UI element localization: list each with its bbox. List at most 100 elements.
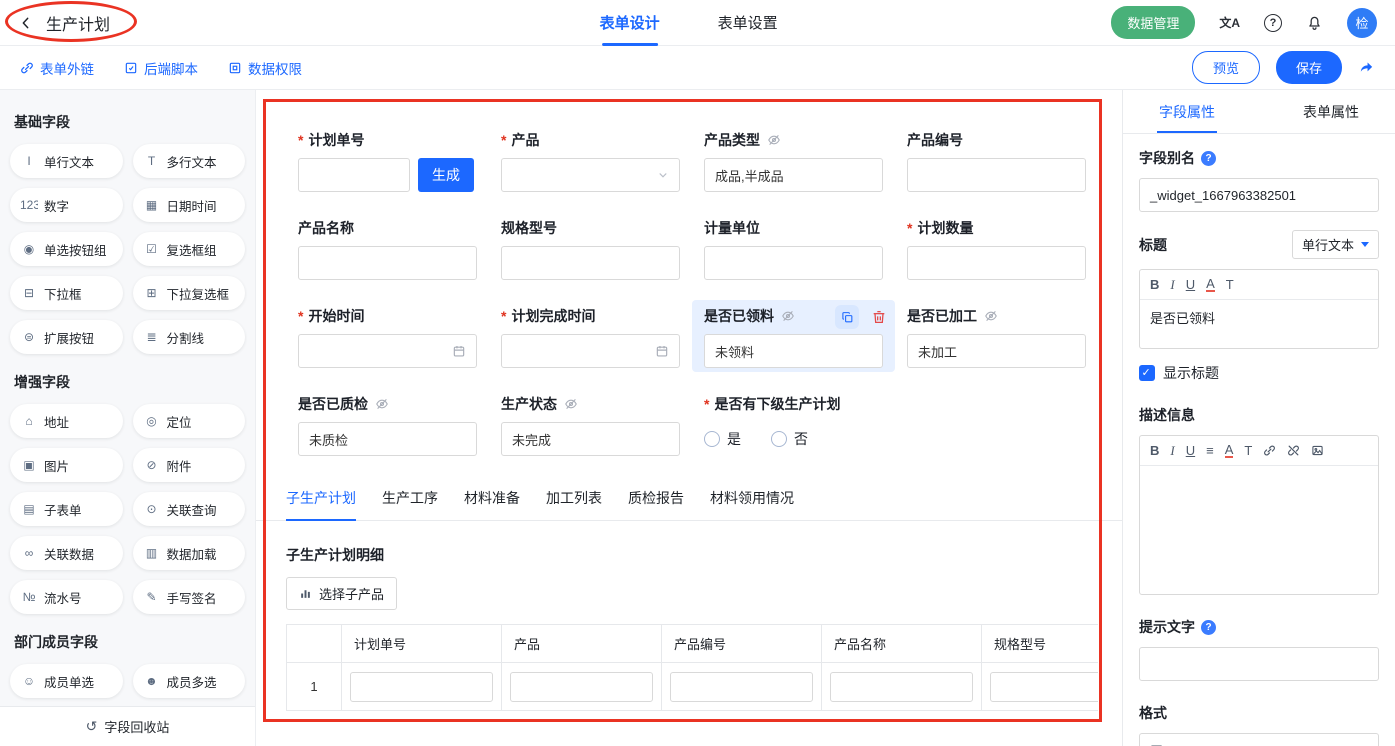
production-status-input[interactable]: 未完成 <box>501 422 680 456</box>
bold-icon[interactable]: B <box>1150 444 1159 457</box>
palette-item-radio-group[interactable]: ◉单选按钮组 <box>10 232 123 266</box>
tab-form-properties[interactable]: 表单属性 <box>1303 90 1359 133</box>
data-manage-button[interactable]: 数据管理 <box>1111 6 1195 39</box>
translate-icon[interactable]: 文A <box>1219 14 1240 31</box>
description-editor-content[interactable] <box>1140 466 1378 594</box>
palette-item-member-multi[interactable]: ☻成员多选 <box>133 664 246 698</box>
palette-item-signature[interactable]: ✎手写签名 <box>133 580 246 614</box>
radio-option-yes[interactable]: 是 <box>704 429 741 449</box>
bell-icon[interactable] <box>1306 14 1323 31</box>
field-recycle-bin[interactable]: ↺ 字段回收站 <box>0 706 255 746</box>
tab-field-properties[interactable]: 字段属性 <box>1159 90 1215 133</box>
help-circle-icon[interactable]: ? <box>1201 151 1216 166</box>
palette-item-multi-select[interactable]: ⊞下拉复选框 <box>133 276 246 310</box>
palette-item-checkbox-group[interactable]: ☑复选框组 <box>133 232 246 266</box>
field-unit[interactable]: 计量单位 <box>692 212 895 284</box>
unit-input[interactable] <box>704 246 883 280</box>
hint-input[interactable] <box>1139 647 1379 681</box>
inspected-input[interactable]: 未质检 <box>298 422 477 456</box>
font-size-icon[interactable]: T <box>1244 444 1252 457</box>
palette-item-serial-number[interactable]: №流水号 <box>10 580 123 614</box>
palette-item-location[interactable]: ◎定位 <box>133 404 246 438</box>
remove-link-icon[interactable] <box>1287 444 1300 457</box>
data-permission-link[interactable]: 数据权限 <box>228 58 302 78</box>
plan-no-cell-input[interactable] <box>350 672 493 702</box>
field-has-sub-plan[interactable]: *是否有下级生产计划 是 否 <box>692 388 895 460</box>
underline-icon[interactable]: U <box>1186 444 1195 457</box>
preview-button[interactable]: 预览 <box>1192 51 1260 84</box>
tab-inspection-report[interactable]: 质检报告 <box>628 488 684 520</box>
font-size-icon[interactable]: T <box>1226 278 1234 291</box>
palette-item-member-single[interactable]: ☺成员单选 <box>10 664 123 698</box>
font-color-icon[interactable]: A <box>1225 443 1234 458</box>
product-name-input[interactable] <box>298 246 477 280</box>
finish-time-input[interactable] <box>501 334 680 368</box>
product-select[interactable] <box>501 158 680 192</box>
product-code-cell-input[interactable] <box>670 672 813 702</box>
insert-link-icon[interactable] <box>1263 444 1276 457</box>
spec-model-input[interactable] <box>501 246 680 280</box>
title-editor-content[interactable]: 是否已领料 <box>1140 300 1378 348</box>
italic-icon[interactable]: I <box>1170 444 1174 457</box>
palette-item-extend-button[interactable]: ⊜扩展按钮 <box>10 320 123 354</box>
field-processed[interactable]: 是否已加工 未加工 <box>895 300 1098 372</box>
tab-form-design[interactable]: 表单设计 <box>600 0 660 46</box>
underline-icon[interactable]: U <box>1186 278 1195 291</box>
title-type-select[interactable]: 单行文本 <box>1292 230 1379 259</box>
copy-field-icon[interactable] <box>835 305 859 329</box>
palette-item-image[interactable]: ▣图片 <box>10 448 123 482</box>
field-finish-time[interactable]: *计划完成时间 <box>489 300 692 372</box>
share-icon[interactable] <box>1358 59 1375 76</box>
palette-item-data-load[interactable]: ▥数据加载 <box>133 536 246 570</box>
format-select[interactable]: 无 <box>1139 733 1379 746</box>
italic-icon[interactable]: I <box>1170 278 1174 291</box>
generate-button[interactable]: 生成 <box>418 158 474 192</box>
help-icon[interactable]: ? <box>1264 14 1282 32</box>
field-product-name[interactable]: 产品名称 <box>286 212 489 284</box>
help-circle-icon[interactable]: ? <box>1201 620 1216 635</box>
field-product[interactable]: *产品 <box>489 124 692 196</box>
backend-script-link[interactable]: 后端脚本 <box>124 58 198 78</box>
palette-item-attachment[interactable]: ⊘附件 <box>133 448 246 482</box>
font-color-icon[interactable]: A <box>1206 277 1215 292</box>
palette-item-select[interactable]: ⊟下拉框 <box>10 276 123 310</box>
delete-field-icon[interactable] <box>871 309 887 325</box>
back-button[interactable]: 生产计划 <box>18 11 110 35</box>
product-type-input[interactable]: 成品,半成品 <box>704 158 883 192</box>
product-name-cell-input[interactable] <box>830 672 973 702</box>
avatar[interactable]: 检 <box>1347 8 1377 38</box>
palette-item-address[interactable]: ⌂地址 <box>10 404 123 438</box>
field-inspected[interactable]: 是否已质检 未质检 <box>286 388 489 460</box>
material-received-input[interactable]: 未领料 <box>704 334 883 368</box>
plan-qty-input[interactable] <box>907 246 1086 280</box>
palette-item-linked-query[interactable]: ⊙关联查询 <box>133 492 246 526</box>
field-plan-qty[interactable]: *计划数量 <box>895 212 1098 284</box>
field-spec-model[interactable]: 规格型号 <box>489 212 692 284</box>
palette-item-divider[interactable]: ≣分割线 <box>133 320 246 354</box>
show-title-checkbox[interactable] <box>1139 365 1155 381</box>
spec-model-cell-input[interactable] <box>990 672 1098 702</box>
align-icon[interactable]: ≡ <box>1206 444 1214 457</box>
palette-item-multi-line-text[interactable]: T多行文本 <box>133 144 246 178</box>
insert-image-icon[interactable] <box>1311 444 1324 457</box>
product-cell-input[interactable] <box>510 672 653 702</box>
tab-form-settings[interactable]: 表单设置 <box>718 0 778 46</box>
product-code-input[interactable] <box>907 158 1086 192</box>
radio-option-no[interactable]: 否 <box>771 429 808 449</box>
palette-item-subform[interactable]: ▤子表单 <box>10 492 123 526</box>
palette-item-datetime[interactable]: ▦日期时间 <box>133 188 246 222</box>
tab-processing-list[interactable]: 加工列表 <box>546 488 602 520</box>
save-button[interactable]: 保存 <box>1276 51 1342 84</box>
form-external-link[interactable]: 表单外链 <box>20 58 94 78</box>
field-product-type[interactable]: 产品类型 成品,半成品 <box>692 124 895 196</box>
tab-sub-production-plan[interactable]: 子生产计划 <box>286 488 356 520</box>
field-material-received[interactable]: 是否已领料 未领料 <box>692 300 895 372</box>
field-production-status[interactable]: 生产状态 未完成 <box>489 388 692 460</box>
field-alias-input[interactable]: _widget_1667963382501 <box>1139 178 1379 212</box>
field-product-code[interactable]: 产品编号 <box>895 124 1098 196</box>
tab-production-process[interactable]: 生产工序 <box>382 488 438 520</box>
palette-item-single-line-text[interactable]: I单行文本 <box>10 144 123 178</box>
tab-material-preparation[interactable]: 材料准备 <box>464 488 520 520</box>
start-time-input[interactable] <box>298 334 477 368</box>
plan-no-input[interactable] <box>298 158 410 192</box>
